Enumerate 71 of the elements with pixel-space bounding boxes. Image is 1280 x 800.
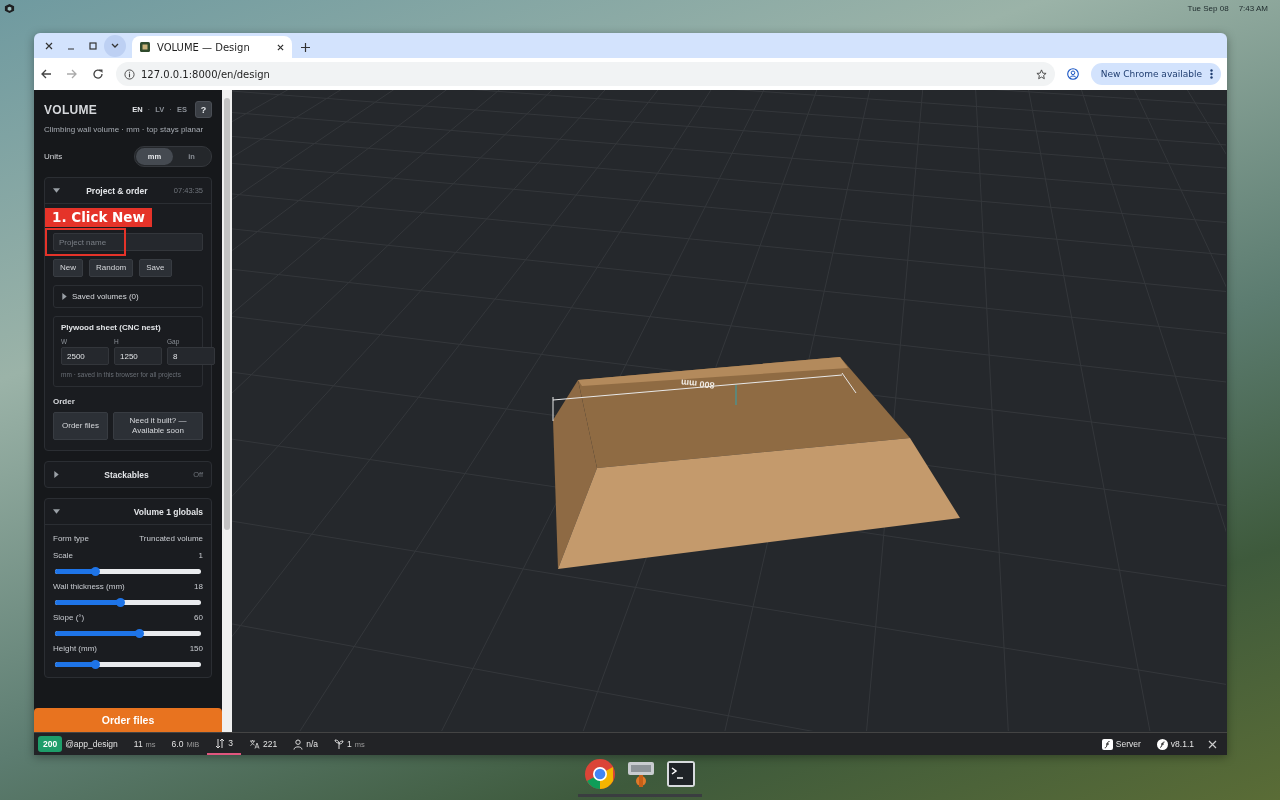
user-item[interactable]: n/a xyxy=(285,733,327,755)
profile-icon[interactable] xyxy=(1066,68,1079,80)
slider[interactable] xyxy=(55,600,201,605)
slider-label: Scale xyxy=(53,551,73,560)
slider[interactable] xyxy=(55,662,201,667)
clock-date: Tue Sep 08 xyxy=(1187,3,1229,13)
slider-thumb[interactable] xyxy=(135,629,145,638)
tutorial-callout: 1. Click New xyxy=(45,208,152,227)
back-icon[interactable] xyxy=(40,68,52,80)
order-option-button[interactable]: Order files xyxy=(53,412,108,440)
tab-search-icon[interactable] xyxy=(104,34,126,57)
server-item[interactable]: Server xyxy=(1093,733,1149,755)
help-button[interactable]: ? xyxy=(195,101,212,118)
slider-thumb[interactable] xyxy=(91,567,101,576)
slider-value: 60 xyxy=(194,613,203,622)
more-icon xyxy=(1210,69,1213,79)
browser-icon[interactable] xyxy=(584,758,616,790)
slider-thumb[interactable] xyxy=(91,660,101,669)
order-heading: Order xyxy=(53,397,76,406)
update-button[interactable]: New Chrome available xyxy=(1090,63,1221,85)
sprout-icon xyxy=(334,739,345,749)
volume-model[interactable] xyxy=(553,357,960,569)
panel-header[interactable]: Volume 1 globals xyxy=(45,499,211,524)
project-button[interactable]: New xyxy=(53,259,83,277)
route-name[interactable]: @app_design xyxy=(62,733,126,755)
reload-icon[interactable] xyxy=(92,68,104,80)
slider[interactable] xyxy=(55,569,201,574)
slider-label: Height (mm) xyxy=(53,644,97,653)
slider-value: 1 xyxy=(198,551,203,560)
form-type-label: Form type xyxy=(53,534,89,543)
app-title: VOLUME xyxy=(44,102,99,117)
sheet-input[interactable]: 8 xyxy=(167,347,215,365)
terminal-icon[interactable] xyxy=(666,759,696,789)
close-icon[interactable] xyxy=(277,43,284,51)
order-option-button[interactable]: Need it built? — Available soon xyxy=(112,412,203,440)
requests-item[interactable]: 3 xyxy=(207,733,242,755)
dimension-label: 800 mm xyxy=(680,377,715,391)
clock-time: 7:43 AM xyxy=(1238,3,1268,13)
framework-logo-icon xyxy=(1101,738,1113,750)
axis-marker xyxy=(735,384,737,406)
slider[interactable] xyxy=(55,631,201,636)
app-subtitle: Climbing wall volume · mm · top stays planar xyxy=(44,124,205,135)
separator-dot: · xyxy=(169,105,172,114)
units-label: Units xyxy=(44,152,63,161)
slider-label: Wall thickness (mm) xyxy=(53,582,125,591)
version-item[interactable]: v8.1.1 xyxy=(1148,733,1202,755)
app-menu-icon[interactable] xyxy=(4,2,15,14)
form-type-value: Truncated volume xyxy=(139,534,203,543)
framework-logo-icon xyxy=(1156,738,1168,750)
scrollbar[interactable] xyxy=(222,90,232,732)
info-icon xyxy=(124,68,135,80)
user-icon xyxy=(293,738,304,750)
slider-thumb[interactable] xyxy=(116,598,126,607)
separator-dot: · xyxy=(147,105,151,114)
star-icon[interactable] xyxy=(1035,68,1047,80)
translations-item[interactable]: 221 xyxy=(241,733,286,755)
favicon-icon xyxy=(140,42,150,52)
sheet-input[interactable]: 1250 xyxy=(114,347,162,365)
address-bar[interactable]: 127.0.0.1:8000/en/design xyxy=(116,62,1055,86)
sheet-input[interactable]: 2500 xyxy=(61,347,109,365)
sheet-title: Plywood sheet (CNC nest) xyxy=(61,323,162,332)
translate-icon xyxy=(249,739,261,749)
saved-volumes-toggle[interactable]: Saved volumes (0) xyxy=(53,285,203,308)
project-button[interactable]: Save xyxy=(139,259,172,277)
browser-tab[interactable]: VOLUME — Design xyxy=(132,36,292,58)
project-button[interactable]: Random xyxy=(89,259,134,277)
project-name-field[interactable]: Project name xyxy=(53,233,203,251)
arrows-icon xyxy=(215,737,226,749)
slider-label: Slope (°) xyxy=(53,613,85,622)
slider-value: 18 xyxy=(194,582,203,591)
slider-value: 150 xyxy=(189,644,203,653)
